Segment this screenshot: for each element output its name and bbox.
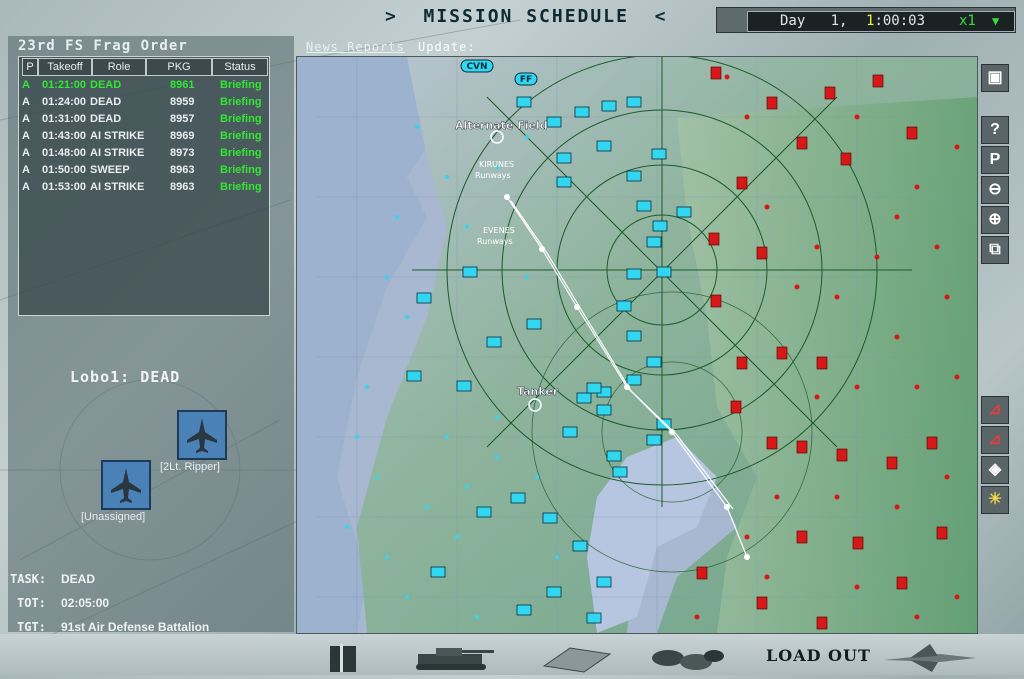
table-row[interactable]: A 01:21:00 DEAD 8961 Briefing [20,79,268,96]
col-header-p[interactable]: P [22,58,38,76]
pin-button[interactable]: P [981,146,1009,174]
table-row[interactable]: A 01:53:00 AI STRIKE 8963 Briefing [20,181,268,198]
map-icon[interactable] [540,640,614,679]
help-button[interactable]: ? [981,116,1009,144]
runways-label-1: Runways [475,171,511,180]
building-icon[interactable] [328,640,358,679]
jet-icon [111,468,141,503]
table-row[interactable]: A 01:50:00 SWEEP 8963 Briefing [20,164,268,181]
loadout-button[interactable]: LOAD OUT [766,646,871,665]
chevron-down-icon[interactable]: ▼ [992,12,999,31]
runways-label-2: Runways [477,237,513,246]
window-toggle-icon[interactable]: ▣ [981,64,1009,92]
alternate-field-label: Alternate Field [455,119,548,132]
ordnance-icon[interactable] [648,640,728,679]
flight-name: Lobo1: DEAD [70,368,181,386]
map-canvas[interactable]: CVN FF Alternate Field Tanker KIRUNES Ru… [297,57,977,633]
zoom-in-icon[interactable]: ⊕ [981,206,1009,234]
cvn-label: CVN [466,62,487,72]
ff-label: FF [520,75,532,85]
col-header-role[interactable]: Role [92,58,146,76]
campaign-map[interactable]: CVN FF Alternate Field Tanker KIRUNES Ru… [296,56,978,634]
aircraft-icon[interactable] [880,640,980,679]
pilot-name-2: [Unassigned] [81,511,146,523]
game-clock[interactable]: Day 1, 1:00:03 x1 ▼ [747,11,1015,32]
news-reports-link[interactable]: News Reports [306,40,405,54]
table-row[interactable]: A 01:48:00 AI STRIKE 8973 Briefing [20,147,268,164]
pilot-name-1: [2Lt. Ripper] [160,461,220,473]
zoom-out-icon[interactable]: ⊖ [981,176,1009,204]
airbase-name-2: EVENES [483,226,515,235]
news-bar: News Reports Update: [306,40,476,54]
tanker-label: Tanker [517,385,559,398]
table-row[interactable]: A 01:43:00 AI STRIKE 8969 Briefing [20,130,268,147]
col-header-pkg[interactable]: PKG [146,58,212,76]
sam-threat-icon[interactable]: ⊿ [981,396,1009,424]
layers-icon[interactable]: ◈ [981,456,1009,484]
col-header-takeoff[interactable]: Takeoff [38,58,92,76]
col-header-status[interactable]: Status [212,58,268,76]
airbase-name-1: KIRUNES [479,160,514,169]
update-label: Update: [418,40,476,54]
time-compression[interactable]: x1 [959,12,976,31]
pilot-slot-2[interactable] [101,460,151,510]
weather-icon[interactable]: ☀ [981,486,1009,514]
table-row[interactable]: A 01:24:00 DEAD 8959 Briefing [20,96,268,113]
page-title: > MISSION SCHEDULE < [385,6,668,27]
frag-order-title: 23rd FS Frag Order [18,38,188,54]
jet-icon [187,418,217,453]
table-row[interactable]: A 01:31:00 DEAD 8957 Briefing [20,113,268,130]
radar-threat-icon[interactable]: ⊿ [981,426,1009,454]
tank-icon[interactable] [408,640,496,679]
pilot-slot-1[interactable] [177,410,227,460]
fit-map-icon[interactable]: ⧉ [981,236,1009,264]
